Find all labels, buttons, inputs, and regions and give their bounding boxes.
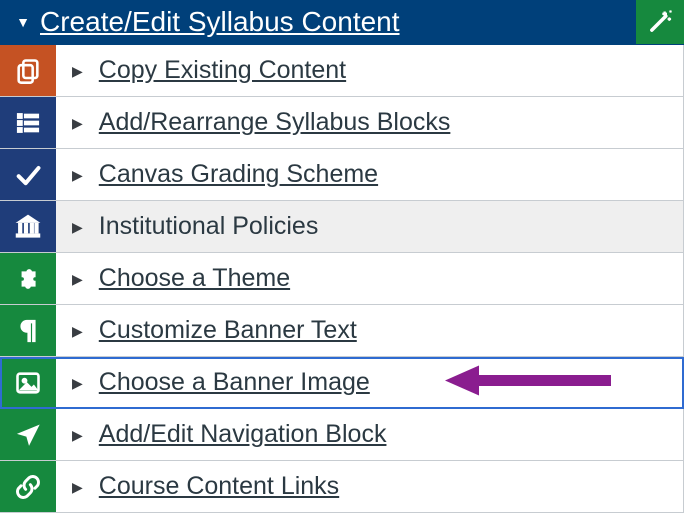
caret-right-icon: ▶ — [72, 116, 83, 130]
bank-icon — [0, 201, 56, 252]
menu-item-list: ▶ Copy Existing Content ▶ Add/Rearrange Syl… — [0, 45, 684, 513]
menu-item-body: ▶ Choose a Theme — [56, 253, 683, 304]
menu-item-label: Institutional Policies — [99, 212, 319, 241]
menu-item-label: Add/Rearrange Syllabus Blocks — [99, 108, 451, 137]
caret-right-icon: ▶ — [72, 220, 83, 234]
menu-item-body: ▶ Customize Banner Text — [56, 305, 683, 356]
copy-icon — [0, 45, 56, 96]
magic-wand-icon — [646, 8, 674, 36]
caret-right-icon: ▶ — [72, 324, 83, 338]
menu-item[interactable]: ▶ Course Content Links — [0, 461, 684, 513]
nav-icon — [0, 409, 56, 460]
menu-item-body: ▶ Copy Existing Content — [56, 45, 683, 96]
magic-wand-button[interactable] — [636, 0, 684, 44]
caret-right-icon: ▶ — [72, 272, 83, 286]
menu-item-label: Customize Banner Text — [99, 316, 357, 345]
menu-item-body: ▶ Choose a Banner Image — [56, 357, 683, 408]
menu-item[interactable]: ▶ Choose a Banner Image — [0, 357, 684, 409]
check-icon — [0, 149, 56, 200]
section-header[interactable]: ▼ Create/Edit Syllabus Content — [0, 0, 684, 45]
menu-item-body: ▶ Add/Edit Navigation Block — [56, 409, 683, 460]
menu-item-label: Add/Edit Navigation Block — [99, 420, 387, 449]
syllabus-editor-panel: ▼ Create/Edit Syllabus Content ▶ Copy Exi… — [0, 0, 684, 502]
menu-item-label: Choose a Theme — [99, 264, 290, 293]
caret-right-icon: ▶ — [72, 64, 83, 78]
menu-item[interactable]: ▶ Copy Existing Content — [0, 45, 684, 97]
caret-right-icon: ▶ — [72, 480, 83, 494]
menu-item-label: Course Content Links — [99, 472, 339, 501]
menu-item[interactable]: ▶ Institutional Policies — [0, 201, 684, 253]
stack-icon — [0, 97, 56, 148]
menu-item[interactable]: ▶ Canvas Grading Scheme — [0, 149, 684, 201]
menu-item-label: Choose a Banner Image — [99, 368, 370, 397]
menu-item-label: Canvas Grading Scheme — [99, 160, 378, 189]
image-icon — [0, 357, 56, 408]
caret-right-icon: ▶ — [72, 428, 83, 442]
menu-item-label: Copy Existing Content — [99, 56, 346, 85]
link-icon — [0, 461, 56, 512]
puzzle-icon — [0, 253, 56, 304]
menu-item-body: ▶ Canvas Grading Scheme — [56, 149, 683, 200]
section-header-title: Create/Edit Syllabus Content — [40, 6, 400, 38]
menu-item-body: ▶ Course Content Links — [56, 461, 683, 512]
caret-down-icon: ▼ — [16, 15, 30, 29]
menu-item[interactable]: ▶ Choose a Theme — [0, 253, 684, 305]
para-icon — [0, 305, 56, 356]
caret-right-icon: ▶ — [72, 376, 83, 390]
menu-item-body: ▶ Institutional Policies — [56, 201, 683, 252]
menu-item[interactable]: ▶ Customize Banner Text — [0, 305, 684, 357]
caret-right-icon: ▶ — [72, 168, 83, 182]
menu-item[interactable]: ▶ Add/Edit Navigation Block — [0, 409, 684, 461]
menu-item[interactable]: ▶ Add/Rearrange Syllabus Blocks — [0, 97, 684, 149]
menu-item-body: ▶ Add/Rearrange Syllabus Blocks — [56, 97, 683, 148]
